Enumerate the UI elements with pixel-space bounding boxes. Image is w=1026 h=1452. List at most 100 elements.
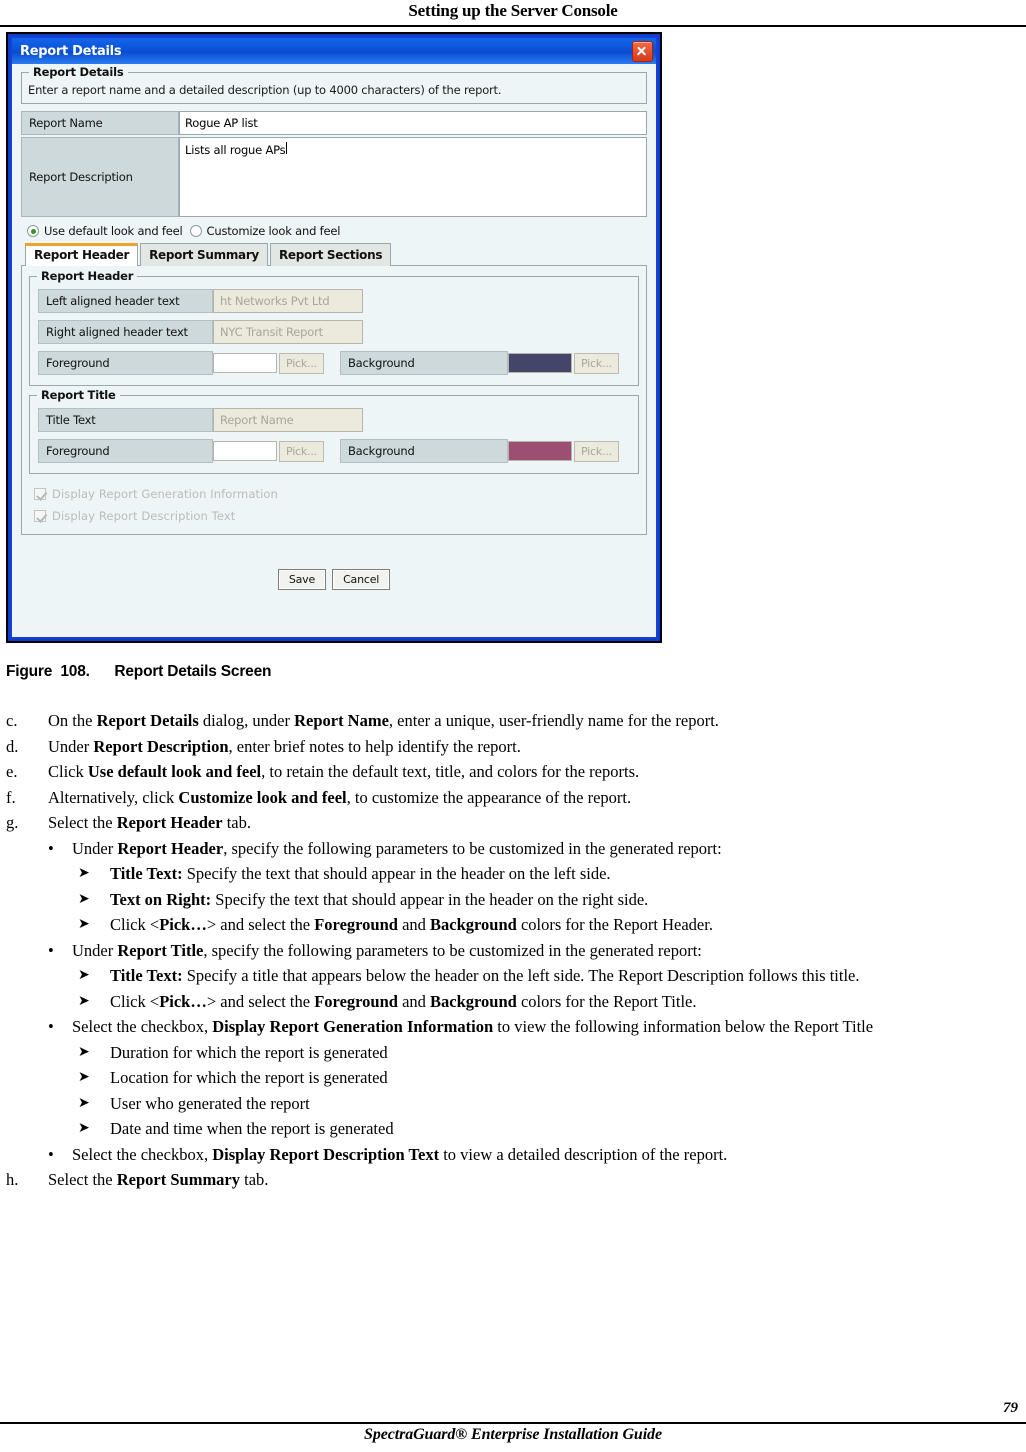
bullet-item: • Select the checkbox, Display Report Gen… <box>0 1014 1026 1040</box>
list-item-text: Location for which the report is generat… <box>110 1068 388 1087</box>
sub-bullet-item: ➤ Title Text: Specify the text that shoul… <box>0 861 1026 887</box>
list-item-text: Under Report Header, specify the followi… <box>72 838 722 858</box>
report-details-group: Report Details Enter a report name and a… <box>21 65 647 104</box>
list-item-text: User who generated the report <box>110 1093 310 1113</box>
checkbox-display-report-description-text[interactable]: Display Report Description Text <box>29 505 639 527</box>
list-marker: ➤ <box>78 1120 90 1136</box>
left-aligned-header-text-row: Left aligned header text ht Networks Pvt… <box>38 289 630 313</box>
list-item-text: Select the Report Summary tab. <box>48 1170 269 1189</box>
dialog-inner-frame: Report Details Report Details Enter a re… <box>10 36 658 639</box>
report-title-section: Report Title Title Text Report Name Fore… <box>29 388 639 474</box>
close-icon[interactable] <box>632 40 653 62</box>
list-item-text: Select the checkbox, Display Report Desc… <box>72 1144 728 1164</box>
title-foreground-label: Foreground <box>38 439 213 463</box>
list-item-text: Under Report Title, specify the followin… <box>72 940 702 960</box>
step-item: d. Under Report Description, enter brief … <box>0 734 1026 760</box>
look-and-feel-options: Use default look and feel Customize look… <box>21 217 647 243</box>
header-background-label: Background <box>339 351 508 375</box>
save-button[interactable]: Save <box>277 569 327 590</box>
title-background-swatch[interactable] <box>507 441 572 461</box>
list-item-text: On the Report Details dialog, under Repo… <box>48 711 719 730</box>
footer-title: SpectraGuard® Enterprise Installation Gu… <box>364 1426 662 1443</box>
list-item-text: Click <Pick…> and select the Foreground … <box>110 991 697 1011</box>
figure-report-details-screen: Report Details Report Details Enter a re… <box>6 32 662 643</box>
list-marker: ➤ <box>78 967 90 983</box>
right-aligned-header-text-input[interactable]: NYC Transit Report <box>213 320 363 344</box>
list-marker: g. <box>6 813 19 832</box>
step-item: h. Select the Report Summary tab. <box>0 1167 1026 1193</box>
footer-divider <box>0 1422 1026 1424</box>
header-foreground-pick-button[interactable]: Pick... <box>279 352 324 374</box>
checkbox-display-report-generation-information[interactable]: Display Report Generation Information <box>29 483 639 505</box>
sub-bullet-item: ➤ Date and time when the report is genera… <box>0 1116 1026 1142</box>
list-marker: ➤ <box>78 992 90 1009</box>
sub-bullet-item: ➤ Click <Pick…> and select the Foreground… <box>0 989 1026 1015</box>
list-item-text: Select the Report Header tab. <box>48 813 251 832</box>
list-item-text: Duration for which the report is generat… <box>110 1042 388 1062</box>
header-foreground-swatch[interactable] <box>213 353 277 373</box>
sub-bullet-item: ➤ Location for which the report is genera… <box>0 1065 1026 1091</box>
step-item: g. Select the Report Header tab. <box>0 810 1026 836</box>
page-number: 79 <box>1003 1400 1018 1416</box>
sub-bullet-item: ➤ Text on Right: Specify the text that sh… <box>0 887 1026 913</box>
list-marker: d. <box>6 736 19 756</box>
title-text-label: Title Text <box>38 408 213 432</box>
report-description-value: Lists all rogue APs <box>185 143 286 157</box>
list-item-text: Click Use default look and feel, to reta… <box>48 762 640 781</box>
figure-caption-number: Figure 108. <box>6 663 90 680</box>
checkbox-checked-icon <box>34 510 46 522</box>
list-item-text: Under Report Description, enter brief no… <box>48 736 521 756</box>
bullet-item: • Under Report Header, specify the follow… <box>0 836 1026 862</box>
report-name-label: Report Name <box>21 111 179 135</box>
report-name-value: Rogue AP list <box>185 116 258 130</box>
tabpanel-report-header: Report Header Left aligned header text h… <box>21 265 647 535</box>
list-marker: c. <box>6 711 18 730</box>
list-item-text: Text on Right: Specify the text that sho… <box>110 889 649 909</box>
list-marker: ➤ <box>78 1043 90 1060</box>
sub-bullet-item: ➤ Title Text: Specify a title that appear… <box>0 963 1026 989</box>
list-marker: ➤ <box>78 1094 90 1111</box>
radio-customize-look-and-feel[interactable]: Customize look and feel <box>189 224 340 238</box>
tab-report-sections[interactable]: Report Sections <box>269 243 392 266</box>
dialog-titlebar: Report Details <box>12 38 656 64</box>
report-header-section-legend: Report Header <box>37 269 138 283</box>
step-item: c. On the Report Details dialog, under Re… <box>0 708 1026 734</box>
tab-report-header[interactable]: Report Header <box>25 243 139 266</box>
report-title-section-legend: Report Title <box>37 388 120 402</box>
cancel-button[interactable]: Cancel <box>332 569 391 590</box>
tab-report-summary[interactable]: Report Summary <box>140 243 268 266</box>
title-text-input[interactable]: Report Name <box>213 408 363 432</box>
header-background-swatch[interactable] <box>507 353 572 373</box>
figure-caption-text: Report Details Screen <box>114 663 272 680</box>
report-description-textarea[interactable]: Lists all rogue APs <box>179 137 647 217</box>
header-foreground-label: Foreground <box>38 351 213 375</box>
title-background-pick-button[interactable]: Pick... <box>573 440 619 462</box>
radio-use-default-look-and-feel[interactable]: Use default look and feel <box>27 224 183 238</box>
list-item-text: Title Text: Specify a title that appears… <box>110 966 860 985</box>
list-marker: ➤ <box>78 916 90 932</box>
dialog-title: Report Details <box>20 43 122 59</box>
list-marker: h. <box>6 1170 19 1189</box>
sub-bullet-item: ➤ Duration for which the report is genera… <box>0 1040 1026 1066</box>
title-colors-row: Foreground Pick... Background Pick... <box>38 439 630 463</box>
title-foreground-pick-button[interactable]: Pick... <box>279 440 324 462</box>
bullet-item: • Under Report Title, specify the followi… <box>0 938 1026 964</box>
left-aligned-header-text-input[interactable]: ht Networks Pvt Ltd <box>213 289 363 313</box>
list-marker: • <box>48 940 54 960</box>
title-background-label: Background <box>339 439 508 463</box>
list-item-text: Alternatively, click Customize look and … <box>48 787 632 807</box>
checkbox-checked-icon <box>34 488 46 500</box>
text-caret <box>286 142 288 154</box>
list-item-text: Select the checkbox, Display Report Gene… <box>72 1017 874 1036</box>
list-marker: • <box>48 1017 54 1036</box>
header-background-pick-button[interactable]: Pick... <box>573 352 619 374</box>
right-aligned-header-text-label: Right aligned header text <box>38 320 213 344</box>
report-name-input[interactable]: Rogue AP list <box>179 111 647 135</box>
title-text-row: Title Text Report Name <box>38 408 630 432</box>
sub-bullet-item: ➤ Click <Pick…> and select the Foreground… <box>0 912 1026 938</box>
list-marker: f. <box>6 787 16 807</box>
title-foreground-swatch[interactable] <box>213 441 277 461</box>
checkbox-description-text-label: Display Report Description Text <box>52 509 236 523</box>
running-header: Setting up the Server Console <box>0 0 1026 26</box>
instruction-list: c. On the Report Details dialog, under Re… <box>0 708 1026 1193</box>
